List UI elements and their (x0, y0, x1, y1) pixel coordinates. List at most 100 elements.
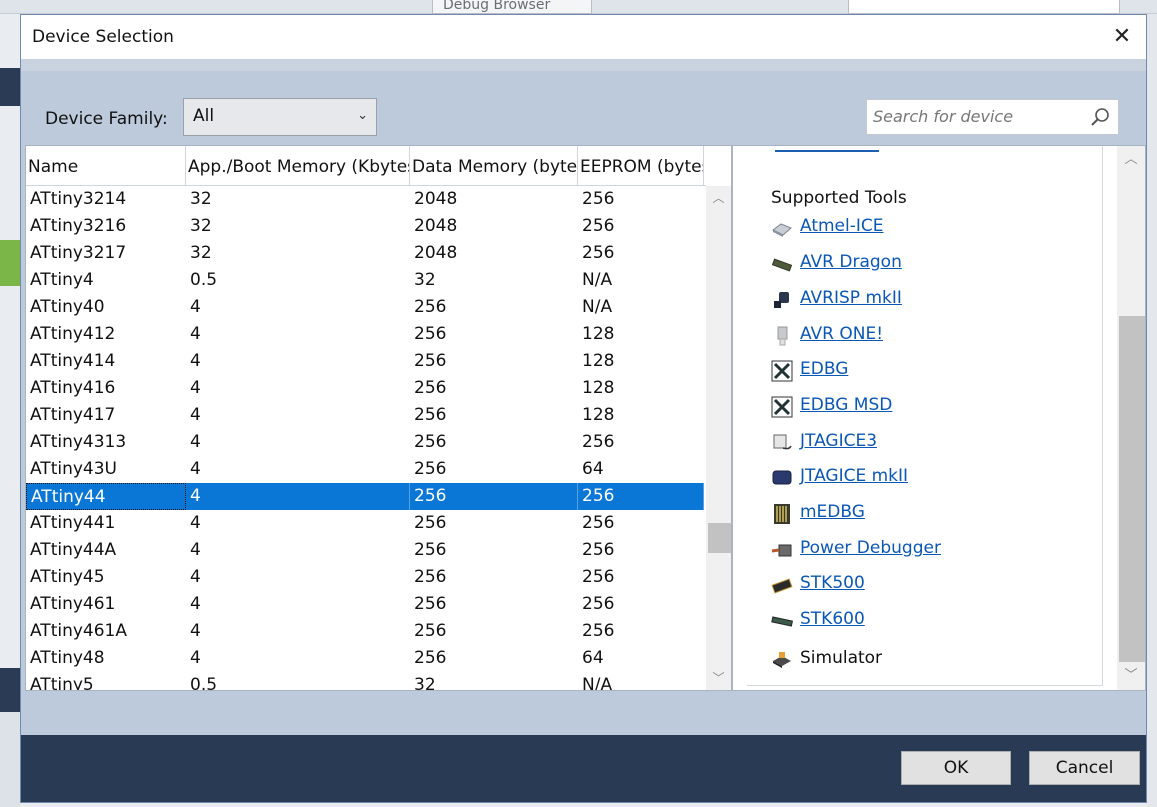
device-family-select[interactable]: All ⌄ (183, 98, 377, 136)
table-row[interactable]: ATtiny461A 4 256 256 (26, 618, 704, 645)
table-row[interactable]: ATtiny40 4 256 N/A (26, 294, 704, 321)
device-name-cell: ATtiny4313 (30, 432, 127, 452)
ok-button[interactable]: OK (901, 751, 1011, 785)
device-name-cell: ATtiny5 (30, 675, 94, 691)
eeprom-cell: 256 (582, 216, 615, 236)
table-scrollbar[interactable]: ︿ ﹀ (706, 186, 731, 690)
app-memory-cell: 4 (190, 513, 201, 533)
data-memory-cell: 256 (414, 459, 447, 479)
data-memory-cell: 256 (414, 351, 447, 371)
simulator-icon (771, 649, 793, 671)
device-name-cell: ATtiny45 (30, 567, 105, 587)
app-memory-cell: 4 (190, 351, 201, 371)
device-name-cell: ATtiny461A (30, 621, 127, 641)
app-memory-cell: 4 (190, 459, 201, 479)
tool-link[interactable]: EDBG MSD (800, 395, 892, 415)
table-row[interactable]: ATtiny416 4 256 128 (26, 375, 704, 402)
avrisp-icon (771, 289, 793, 311)
column-header-name[interactable]: Name (26, 146, 186, 186)
data-memory-cell: 256 (414, 513, 447, 533)
partial-link[interactable] (775, 146, 879, 152)
table-row[interactable]: ATtiny461 4 256 256 (26, 591, 704, 618)
tools-list-frame: Supported Tools Atmel-ICE AVR Dragon AVRIS… (747, 146, 1103, 686)
tool-label: Simulator (800, 648, 883, 668)
scroll-up-icon[interactable]: ︿ (1117, 146, 1145, 174)
scrollbar-thumb[interactable] (708, 523, 731, 553)
table-row[interactable]: ATtiny3217 32 2048 256 (26, 240, 704, 267)
data-memory-cell: 256 (414, 594, 447, 614)
cancel-button[interactable]: Cancel (1029, 751, 1140, 785)
scrollbar-thumb[interactable] (1119, 316, 1145, 662)
tool-link[interactable]: Atmel-ICE (800, 216, 884, 236)
table-row[interactable]: ATtiny3214 32 2048 256 (26, 186, 704, 213)
device-name-cell: ATtiny40 (30, 297, 105, 317)
tool-link[interactable]: JTAGICE mkII (800, 466, 908, 486)
table-row[interactable]: ATtiny414 4 256 128 (26, 348, 704, 375)
ide-side-band (0, 68, 20, 106)
table-row[interactable]: ATtiny417 4 256 128 (26, 402, 704, 429)
table-row[interactable]: ATtiny48 4 256 64 (26, 645, 704, 672)
table-row[interactable]: ATtiny4 0.5 32 N/A (26, 267, 704, 294)
edbg-msd-icon (771, 396, 793, 418)
tool-link[interactable]: STK500 (800, 573, 865, 593)
avr-one-icon (771, 325, 793, 347)
search-icon[interactable] (1090, 107, 1110, 127)
eeprom-cell: 256 (582, 513, 615, 533)
app-memory-cell: 4 (190, 405, 201, 425)
column-header-eeprom[interactable]: EEPROM (bytes) (578, 146, 704, 186)
data-memory-cell: 256 (414, 648, 447, 668)
scroll-down-icon[interactable]: ﹀ (706, 666, 731, 690)
data-memory-cell: 2048 (414, 189, 458, 209)
tool-link[interactable]: mEDBG (800, 502, 865, 522)
eeprom-cell: 128 (582, 324, 615, 344)
tool-link[interactable]: AVR Dragon (800, 252, 902, 272)
eeprom-cell: 256 (582, 621, 615, 641)
eeprom-cell: 256 (582, 243, 615, 263)
table-row[interactable]: ATtiny44 4 256 256 (26, 483, 704, 510)
table-row[interactable]: ATtiny3216 32 2048 256 (26, 213, 704, 240)
supported-tools-title: Supported Tools (771, 188, 907, 208)
tool-link[interactable]: JTAGICE3 (800, 431, 877, 451)
table-row[interactable]: ATtiny412 4 256 128 (26, 321, 704, 348)
device-name-cell: ATtiny3214 (30, 189, 127, 209)
tool-link[interactable]: AVR ONE! (800, 324, 883, 344)
debug-browser-dropdown[interactable]: Debug Browser (432, 0, 592, 14)
table-row[interactable]: ATtiny4313 4 256 256 (26, 429, 704, 456)
device-name-cell: ATtiny416 (30, 378, 116, 398)
scroll-down-icon[interactable]: ﹀ (1117, 662, 1145, 690)
tool-link[interactable]: EDBG (800, 359, 848, 379)
device-name-cell: ATtiny43U (30, 459, 117, 479)
ide-side-panel (0, 712, 20, 807)
app-memory-cell: 4 (190, 540, 201, 560)
data-memory-cell: 256 (414, 540, 447, 560)
data-memory-cell: 256 (414, 297, 447, 317)
app-memory-cell: 32 (190, 243, 212, 263)
column-header-app-memory[interactable]: App./Boot Memory (Kbytes) (186, 146, 410, 186)
table-row[interactable]: ATtiny45 4 256 256 (26, 564, 704, 591)
tool-link[interactable]: AVRISP mkII (800, 288, 902, 308)
eeprom-cell: N/A (582, 270, 613, 290)
tool-link[interactable]: Power Debugger (800, 538, 941, 558)
avr-dragon-icon (771, 253, 793, 275)
data-memory-cell: 256 (414, 378, 447, 398)
device-selection-dialog: Device Selection ✕ Device Family: All ⌄ … (20, 14, 1147, 803)
column-header-data-memory[interactable]: Data Memory (bytes) (410, 146, 578, 186)
table-row[interactable]: ATtiny5 0.5 32 N/A (26, 672, 704, 691)
table-row[interactable]: ATtiny44A 4 256 256 (26, 537, 704, 564)
device-name-cell: ATtiny44A (30, 540, 117, 560)
tools-scrollbar[interactable]: ︿ ﹀ (1117, 146, 1145, 690)
app-memory-cell: 4 (186, 483, 410, 510)
table-row[interactable]: ATtiny43U 4 256 64 (26, 456, 704, 483)
edbg-icon (771, 360, 793, 382)
ide-config-dropdown[interactable] (848, 0, 1120, 14)
eeprom-cell: 64 (582, 648, 604, 668)
data-memory-cell: 2048 (414, 243, 458, 263)
table-row[interactable]: ATtiny441 4 256 256 (26, 510, 704, 537)
app-memory-cell: 0.5 (190, 270, 218, 290)
search-input[interactable]: Search for device (866, 99, 1119, 135)
app-memory-cell: 4 (190, 432, 201, 452)
scroll-up-icon[interactable]: ︿ (706, 186, 731, 210)
close-button[interactable]: ✕ (1108, 23, 1136, 51)
app-memory-cell: 4 (190, 324, 201, 344)
tool-link[interactable]: STK600 (800, 609, 865, 629)
